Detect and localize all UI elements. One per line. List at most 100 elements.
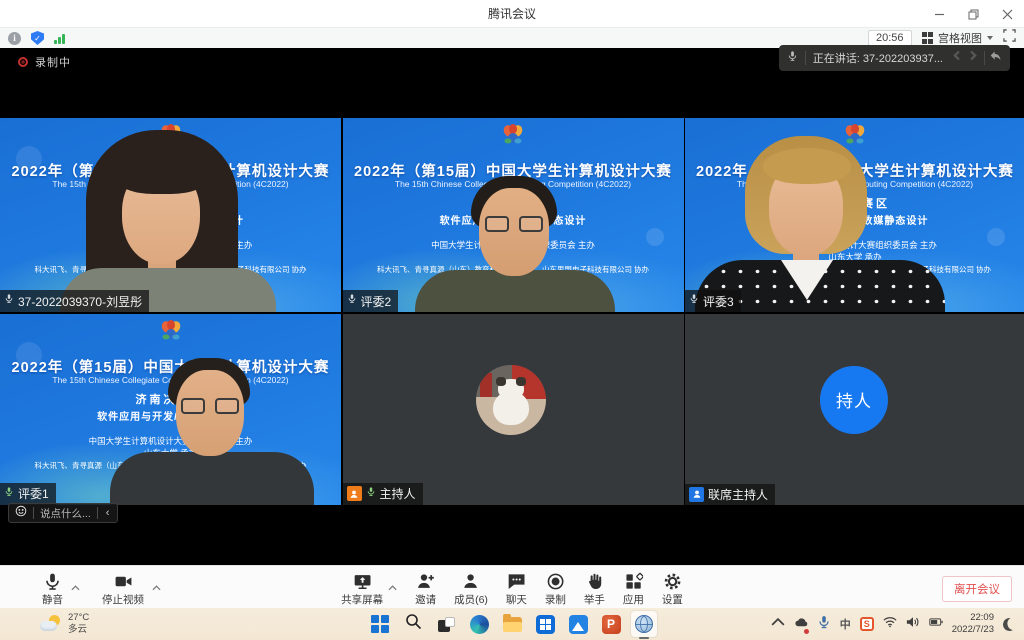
members-button[interactable]: 成员(6)	[454, 568, 488, 607]
video-tile-participant[interactable]: 2022年（第15届）中国大学生计算机设计大赛 The 15th Chinese…	[0, 118, 341, 312]
microsoft-store-button[interactable]	[532, 611, 558, 637]
powerpoint-button[interactable]: P	[598, 611, 624, 637]
participant-video	[0, 118, 341, 312]
participant-name-label: 评委2	[343, 290, 399, 312]
share-screen-button[interactable]: 共享屏幕	[341, 568, 383, 607]
edge-browser-button[interactable]	[466, 611, 492, 637]
powerpoint-icon: P	[602, 615, 621, 634]
chat-input-placeholder[interactable]: 说点什么...	[40, 506, 91, 521]
video-tile-participant[interactable]: 2022年（第15届）中国大学生计算机设计大赛 The 15th Chinese…	[685, 118, 1024, 312]
recording-dot-icon	[18, 57, 28, 67]
raised-hand-icon	[585, 572, 604, 591]
mic-status-icon	[4, 485, 14, 503]
collapse-chevron-icon[interactable]: ‹	[104, 507, 112, 519]
weather-widget[interactable]: 27°C多云	[40, 612, 89, 636]
invite-button[interactable]: 邀请	[415, 568, 436, 607]
volume-icon[interactable]	[906, 615, 920, 634]
active-speaker-label: 正在讲话: 37-202203937...	[813, 50, 943, 66]
close-button[interactable]	[990, 0, 1024, 28]
windows-taskbar: 27°C多云 P 中 S 22:092022/7/23	[0, 608, 1024, 640]
chat-button[interactable]: 聊天	[506, 568, 527, 607]
system-tray: 中 S 22:092022/7/23	[771, 608, 1016, 640]
camera-icon	[114, 572, 133, 591]
meeting-window: 腾讯会议 i ✓ 20:56 宫格视图 录制	[0, 0, 1024, 640]
edge-icon	[470, 615, 489, 634]
clock-date: 2022/7/23	[952, 624, 994, 635]
mic-status-icon	[4, 292, 14, 310]
participant-name-label: 评委3	[685, 290, 741, 312]
participant-name: 主持人	[380, 485, 416, 502]
start-button[interactable]	[367, 611, 393, 637]
docs-app-icon	[569, 615, 588, 634]
video-options-caret[interactable]	[152, 578, 161, 596]
participant-name: 评委3	[703, 293, 734, 310]
task-view-button[interactable]	[433, 611, 459, 637]
sogou-input-icon[interactable]: S	[860, 617, 874, 631]
meeting-toolbar: 静音 停止视频 共享屏幕 邀请 成员(6	[0, 565, 1024, 608]
file-explorer-button[interactable]	[499, 611, 525, 637]
window-titlebar: 腾讯会议	[0, 0, 1024, 28]
security-shield-icon[interactable]: ✓	[31, 31, 44, 45]
tray-expand-chevron[interactable]	[771, 615, 785, 634]
host-badge-icon	[347, 486, 362, 501]
apps-grid-icon	[624, 572, 643, 591]
apps-button[interactable]: 应用	[623, 568, 644, 607]
participant-name-label: 37-2022039370-刘昱彤	[0, 290, 149, 312]
record-icon	[546, 572, 565, 591]
minimize-button[interactable]	[922, 0, 956, 28]
participant-video	[0, 314, 341, 505]
mic-options-caret[interactable]	[71, 578, 80, 596]
record-button[interactable]: 录制	[545, 568, 566, 607]
restore-button[interactable]	[956, 0, 990, 28]
share-options-caret[interactable]	[388, 578, 397, 607]
video-tile-cohost[interactable]: 持人 联席主持人	[685, 314, 1024, 505]
mic-in-use-icon[interactable]	[817, 615, 831, 634]
participant-name-label: 评委1	[0, 483, 56, 505]
participant-name-label: 联席主持人	[685, 484, 775, 505]
active-speaker-pill: 正在讲话: 37-202203937...	[779, 45, 1010, 71]
network-signal-icon	[54, 33, 65, 44]
meeting-info-icon[interactable]: i	[8, 32, 21, 45]
search-icon	[405, 613, 422, 635]
taskbar-clock[interactable]: 22:092022/7/23	[952, 612, 994, 637]
video-tile-participant[interactable]: 2022年（第15届）中国大学生计算机设计大赛 The 15th Chinese…	[0, 314, 341, 505]
mic-status-icon	[366, 485, 376, 503]
mute-button[interactable]: 静音	[42, 568, 63, 607]
quick-chat-bar[interactable]: 说点什么... ‹	[8, 503, 118, 523]
leave-meeting-button[interactable]: 离开会议	[942, 576, 1012, 602]
mic-status-icon	[689, 292, 699, 310]
wifi-icon[interactable]	[883, 615, 897, 634]
stop-video-button[interactable]: 停止视频	[102, 568, 144, 607]
mic-status-icon	[347, 292, 357, 310]
emoji-icon[interactable]	[15, 504, 27, 522]
layout-switcher[interactable]: 宫格视图	[922, 30, 994, 46]
reply-arrow-icon[interactable]	[989, 49, 1002, 67]
next-speaker-icon[interactable]	[967, 49, 980, 67]
microphone-icon	[43, 572, 62, 591]
taskbar-search-button[interactable]	[400, 611, 426, 637]
video-tile-participant[interactable]: 2022年（第15届）中国大学生计算机设计大赛 The 15th Chinese…	[343, 118, 684, 312]
layout-label: 宫格视图	[938, 30, 982, 46]
focus-assist-moon-icon[interactable]	[1002, 616, 1018, 632]
video-tile-host[interactable]: 主持人	[343, 314, 684, 505]
settings-button[interactable]: 设置	[662, 568, 683, 607]
window-title: 腾讯会议	[488, 5, 536, 22]
folder-icon	[503, 617, 522, 632]
docs-app-button[interactable]	[565, 611, 591, 637]
onedrive-icon[interactable]	[794, 615, 808, 634]
cohost-avatar: 持人	[820, 366, 888, 434]
participant-name-label: 主持人	[343, 483, 423, 505]
gear-icon	[663, 572, 682, 591]
prev-speaker-icon[interactable]	[950, 49, 963, 67]
battery-icon[interactable]	[929, 615, 943, 634]
meeting-app-button-active[interactable]	[631, 611, 657, 637]
recording-label: 录制中	[35, 54, 71, 70]
raise-hand-button[interactable]: 举手	[584, 568, 605, 607]
ime-indicator[interactable]: 中	[840, 616, 851, 632]
participant-name: 37-2022039370-刘昱彤	[18, 293, 142, 310]
store-icon	[536, 615, 555, 634]
weather-icon	[40, 615, 62, 633]
weather-temp: 27°C	[68, 612, 89, 623]
chevron-down-icon	[987, 36, 993, 40]
video-area: 录制中 正在讲话: 37-202203937... 2022年（第	[0, 48, 1024, 565]
